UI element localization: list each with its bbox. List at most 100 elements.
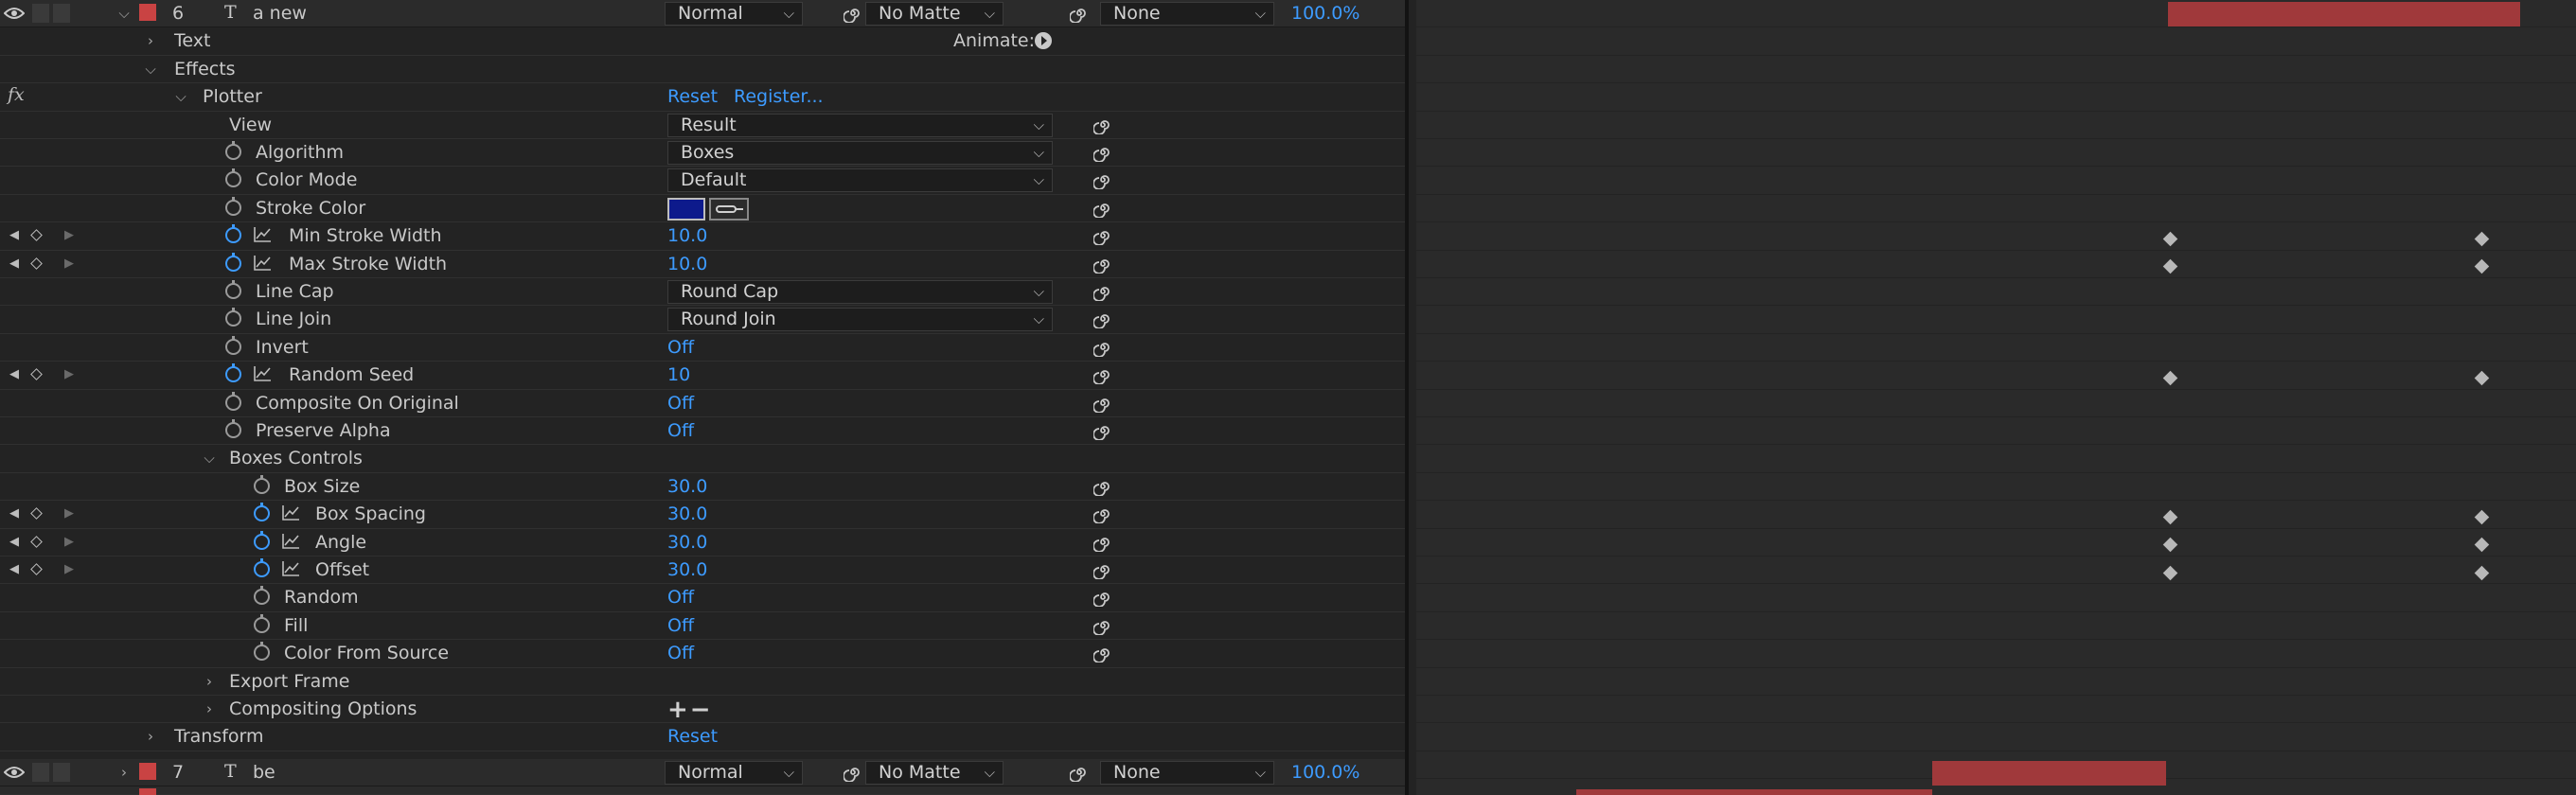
eye-icon[interactable] [4, 765, 25, 780]
blend-mode-dropdown[interactable]: Normal ⌵ [665, 761, 803, 785]
algorithm-dropdown[interactable]: Boxes ⌵ [667, 141, 1053, 165]
graph-icon[interactable] [282, 560, 300, 576]
min-stroke-width-value[interactable]: 10.0 [667, 225, 707, 246]
stopwatch-icon[interactable] [254, 503, 270, 522]
blend-mode-dropdown[interactable]: Normal ⌵ [665, 2, 803, 26]
plotter-effect-row[interactable]: fx ⌵ Plotter Reset Register... [0, 83, 1405, 112]
spiral-icon[interactable] [1093, 255, 1112, 274]
chevron-down-icon[interactable]: ⌵ [203, 448, 216, 467]
graph-icon[interactable] [254, 365, 272, 381]
chevron-down-icon[interactable]: ⌵ [117, 3, 131, 22]
stopwatch-icon[interactable] [225, 308, 241, 327]
prop-row-line-join[interactable]: Line Join Round Join ⌵ [0, 306, 1405, 334]
export-frame-group-row[interactable]: › Export Frame [0, 668, 1405, 696]
chevron-right-icon[interactable]: › [144, 30, 157, 49]
prop-row-box-spacing[interactable]: ◀ ▶ Box Spacing 30.0 [0, 501, 1405, 529]
fill-value[interactable]: Off [667, 615, 694, 636]
invert-value[interactable]: Off [667, 337, 694, 358]
label-color-swatch[interactable] [139, 4, 156, 21]
color-from-source-value[interactable]: Off [667, 643, 694, 663]
stopwatch-icon[interactable] [225, 391, 241, 411]
spiral-icon[interactable] [1093, 365, 1112, 385]
spiral-icon[interactable] [1093, 644, 1112, 663]
track-matte-dropdown[interactable]: No Matte ⌵ [865, 761, 1004, 785]
chevron-right-icon[interactable]: › [203, 698, 216, 717]
chevron-right-icon[interactable]: › [203, 671, 216, 690]
next-layer-duration-bar[interactable] [1576, 789, 1932, 795]
spiral-icon[interactable] [1070, 4, 1089, 23]
chevron-down-icon[interactable]: ⌵ [174, 86, 187, 105]
spiral-icon[interactable] [1093, 616, 1112, 635]
spiral-icon[interactable] [1093, 143, 1112, 162]
layer-row-6[interactable]: ⌵ 6 T a new Normal ⌵ No Matte ⌵ None ⌵ 100.… [0, 0, 1405, 28]
stopwatch-icon[interactable] [254, 530, 270, 550]
offset-value[interactable]: 30.0 [667, 559, 707, 580]
spiral-icon[interactable] [1093, 226, 1112, 246]
parent-dropdown[interactable]: None ⌵ [1100, 761, 1274, 785]
label-color-swatch[interactable] [139, 763, 156, 780]
prop-row-composite-on-original[interactable]: Composite On Original Off [0, 390, 1405, 417]
random-seed-value[interactable]: 10 [667, 364, 690, 385]
spiral-icon[interactable] [1093, 282, 1112, 301]
preserve-alpha-value[interactable]: Off [667, 420, 694, 441]
layer-row-7[interactable]: › 7 T be Normal ⌵ No Matte ⌵ None ⌵ 100.0% [0, 759, 1405, 787]
track-matte-dropdown[interactable]: No Matte ⌵ [865, 2, 1004, 26]
reset-button[interactable]: Reset [667, 86, 718, 107]
stopwatch-icon[interactable] [254, 586, 270, 606]
spiral-icon[interactable] [1093, 170, 1112, 190]
prop-row-line-cap[interactable]: Line Cap Round Cap ⌵ [0, 278, 1405, 307]
prop-row-preserve-alpha[interactable]: Preserve Alpha Off [0, 417, 1405, 446]
stopwatch-icon[interactable] [254, 474, 270, 494]
layer-6-duration-bar[interactable] [2168, 2, 2520, 26]
stopwatch-icon[interactable] [225, 280, 241, 299]
keyframe-navigator[interactable]: ◀ ▶ [8, 504, 74, 523]
boxes-controls-group-row[interactable]: ⌵ Boxes Controls [0, 445, 1405, 473]
keyframe-navigator[interactable]: ◀ ▶ [8, 255, 74, 274]
prop-row-stroke-color[interactable]: Stroke Color [0, 195, 1405, 223]
graph-icon[interactable] [254, 255, 272, 271]
transform-group-row[interactable]: › Transform Reset [0, 723, 1405, 751]
keyframe-navigator[interactable]: ◀ ▶ [8, 226, 74, 245]
stopwatch-icon[interactable] [254, 613, 270, 633]
eye-icon[interactable] [4, 6, 25, 21]
prop-row-invert[interactable]: Invert Off [0, 334, 1405, 362]
random-value[interactable]: Off [667, 587, 694, 608]
keyframe-navigator[interactable]: ◀ ▶ [8, 560, 74, 579]
prop-row-box-size[interactable]: Box Size 30.0 [0, 473, 1405, 502]
spiral-icon[interactable] [1093, 504, 1112, 524]
stopwatch-icon[interactable] [254, 642, 270, 662]
graph-icon[interactable] [254, 226, 272, 242]
layer-name[interactable]: a new [253, 3, 307, 24]
max-stroke-width-value[interactable]: 10.0 [667, 254, 707, 274]
prop-row-max-stroke-width[interactable]: ◀ ▶ Max Stroke Width 10.0 [0, 251, 1405, 278]
spiral-icon[interactable] [1093, 533, 1112, 552]
transform-reset-button[interactable]: Reset [667, 726, 718, 747]
solo-toggle[interactable] [53, 4, 70, 23]
stopwatch-icon[interactable] [225, 335, 241, 355]
spiral-icon[interactable] [844, 4, 862, 23]
spiral-icon[interactable] [1093, 338, 1112, 357]
effects-group-row[interactable]: ⌵ Effects [0, 56, 1405, 84]
spiral-icon[interactable] [844, 763, 862, 782]
opacity-value[interactable]: 100.0% [1291, 3, 1359, 24]
stopwatch-icon[interactable] [225, 141, 241, 160]
compositing-options-group-row[interactable]: › Compositing Options +− [0, 696, 1405, 724]
spiral-icon[interactable] [1093, 199, 1112, 218]
eyedropper-icon[interactable] [709, 197, 749, 221]
layer-7-duration-bar[interactable] [1932, 761, 2166, 786]
stopwatch-icon[interactable] [254, 558, 270, 577]
angle-value[interactable]: 30.0 [667, 532, 707, 553]
prop-row-color-from-source[interactable]: Color From Source Off [0, 640, 1405, 668]
line-join-dropdown[interactable]: Round Join ⌵ [667, 308, 1053, 332]
parent-dropdown[interactable]: None ⌵ [1100, 2, 1274, 26]
stopwatch-icon[interactable] [225, 168, 241, 188]
line-cap-dropdown[interactable]: Round Cap ⌵ [667, 280, 1053, 304]
add-remove-mask-button[interactable]: +− [667, 696, 713, 724]
box-size-value[interactable]: 30.0 [667, 476, 707, 497]
spiral-icon[interactable] [1070, 763, 1089, 782]
chevron-right-icon[interactable]: › [144, 726, 157, 745]
spiral-icon[interactable] [1093, 560, 1112, 579]
prop-row-algorithm[interactable]: Algorithm Boxes ⌵ [0, 139, 1405, 168]
keyframe-navigator[interactable]: ◀ ▶ [8, 533, 74, 552]
layer-name[interactable]: be [253, 762, 275, 783]
